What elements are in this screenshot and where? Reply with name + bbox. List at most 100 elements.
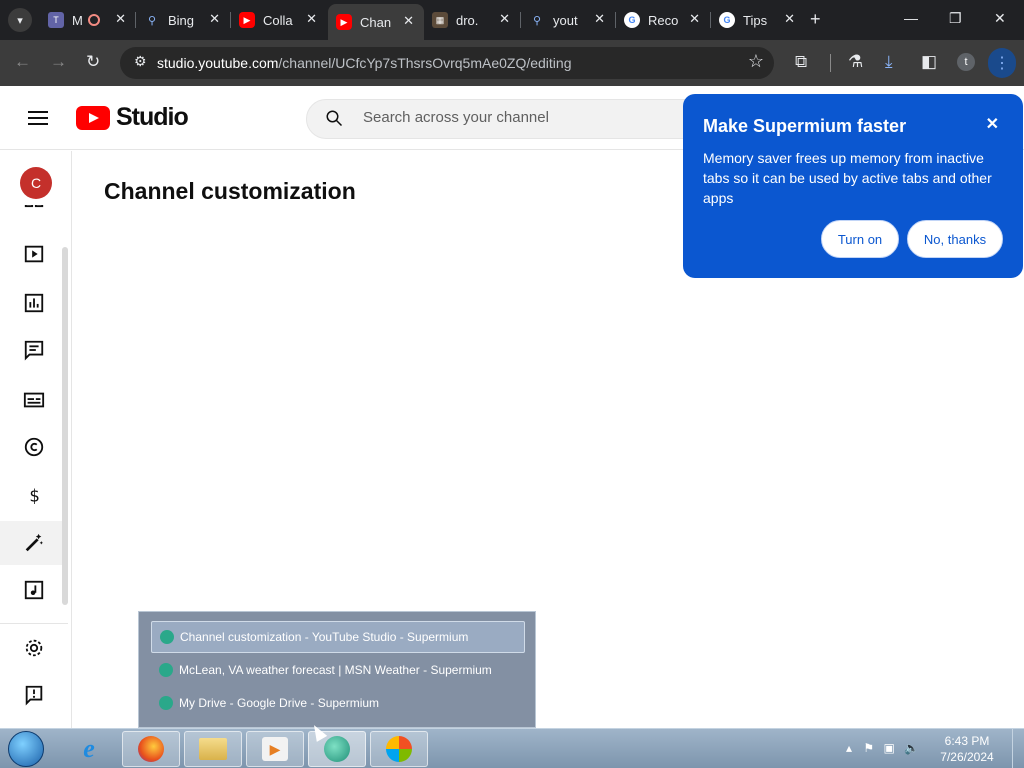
- tab-title: Tips: [743, 12, 768, 28]
- window-list-item[interactable]: McLean, VA weather forecast | MSN Weathe…: [151, 654, 525, 686]
- search-input[interactable]: [363, 109, 683, 126]
- taskbar-firefox[interactable]: [122, 731, 180, 767]
- window-list-label: McLean, VA weather forecast | MSN Weathe…: [179, 663, 492, 677]
- studio-left-nav: C $: [0, 151, 72, 728]
- action-center-flag-icon[interactable]: ⚑: [863, 741, 874, 755]
- close-tab-icon[interactable]: ✕: [784, 11, 795, 27]
- bookmark-star-icon[interactable]: ☆: [748, 51, 764, 72]
- back-arrow-icon[interactable]: ←: [14, 52, 31, 72]
- turn-on-button[interactable]: Turn on: [821, 220, 899, 258]
- media-player-icon: ▶: [262, 737, 288, 761]
- download-icon[interactable]: ⤓: [885, 52, 893, 72]
- close-tab-icon[interactable]: ✕: [403, 13, 414, 29]
- youtube-logo-icon[interactable]: [76, 106, 110, 130]
- search-icon: ⚲: [147, 14, 157, 27]
- window-list-item[interactable]: My Drive - Google Drive - Supermium: [151, 687, 525, 719]
- taskbar-window-list: Channel customization - YouTube Studio -…: [138, 611, 536, 728]
- browser-tab-1[interactable]: T M ✕: [40, 6, 136, 34]
- nav-copyright[interactable]: [0, 425, 68, 469]
- tab-title: Colla: [263, 12, 293, 28]
- nav-audio-library[interactable]: [0, 568, 68, 612]
- nav-earn[interactable]: $: [0, 473, 68, 517]
- close-tab-icon[interactable]: ✕: [594, 11, 605, 27]
- tab-title: dro.: [456, 12, 479, 28]
- close-tab-icon[interactable]: ✕: [689, 11, 700, 27]
- address-bar[interactable]: ⚙ studio.youtube.com/channel/UCfcYp7sThs…: [120, 47, 774, 79]
- url-text: studio.youtube.com/channel/UCfcYp7sThsrs…: [157, 55, 572, 71]
- browser-toolbar: ← → ↻ ⚙ studio.youtube.com/channel/UCfcY…: [0, 40, 1024, 86]
- windows-start-icon[interactable]: [8, 731, 44, 767]
- youtube-icon: ▶: [336, 14, 352, 30]
- taskbar-media-player[interactable]: ▶: [246, 731, 304, 767]
- promo-body: Memory saver frees up memory from inacti…: [703, 150, 992, 206]
- search-icon: ⚲: [532, 14, 542, 27]
- tab-search-button[interactable]: ▾: [8, 8, 32, 32]
- labs-flask-icon[interactable]: ⚗: [848, 52, 863, 72]
- promo-close-icon[interactable]: ✕: [986, 114, 999, 134]
- nav-comments[interactable]: [0, 328, 68, 372]
- nav-send-feedback[interactable]: [0, 673, 68, 717]
- browser-tab-3[interactable]: ▶ Colla ✕: [231, 6, 327, 34]
- tab-title: Chan: [360, 14, 392, 30]
- url-host: studio.youtube.com: [157, 55, 279, 71]
- tab-title: Bing: [168, 12, 195, 28]
- restore-icon[interactable]: ❐: [949, 10, 962, 27]
- youtube-icon: ▶: [239, 12, 255, 28]
- minimize-icon[interactable]: —: [904, 10, 918, 26]
- taskbar-file-explorer[interactable]: [184, 731, 242, 767]
- feedback-icon: [25, 685, 43, 706]
- taskbar-clock[interactable]: 6:43 PM 7/26/2024: [930, 733, 1004, 765]
- reload-icon[interactable]: ↻: [86, 52, 100, 72]
- new-tab-button[interactable]: +: [810, 9, 821, 30]
- google-icon: G: [624, 12, 640, 28]
- browser-tab-8[interactable]: G Tips ✕: [711, 6, 805, 34]
- close-tab-icon[interactable]: ✕: [115, 11, 126, 27]
- nav-divider: [0, 623, 68, 624]
- nav-content[interactable]: [0, 232, 68, 276]
- promo-title: Make Supermium faster: [703, 116, 907, 136]
- close-tab-icon[interactable]: ✕: [209, 11, 220, 27]
- tray-expand-icon[interactable]: ▴: [846, 741, 852, 755]
- image-icon: ▦: [432, 12, 448, 28]
- browser-tab-7[interactable]: G Reco ✕: [616, 6, 710, 34]
- profile-avatar[interactable]: t: [957, 53, 975, 71]
- taskbar-internet-explorer[interactable]: e: [60, 731, 118, 767]
- extensions-icon[interactable]: ⧉: [795, 52, 807, 72]
- browser-tab-2[interactable]: ⚲ Bing ✕: [136, 6, 230, 34]
- browser-tab-6[interactable]: ⚲ yout ✕: [521, 6, 615, 34]
- supermium-icon: [160, 630, 174, 644]
- video-content-icon: [24, 245, 44, 263]
- site-info-icon[interactable]: ⚙: [134, 53, 147, 70]
- show-desktop-button[interactable]: [1012, 729, 1024, 768]
- nav-analytics[interactable]: [0, 281, 68, 325]
- hamburger-menu-icon[interactable]: [28, 111, 48, 125]
- browser-menu-button[interactable]: ⋮: [988, 48, 1016, 78]
- window-list-label: Channel customization - YouTube Studio -…: [180, 630, 469, 644]
- nav-scrollbar[interactable]: [62, 247, 68, 605]
- clock-time: 6:43 PM: [944, 734, 990, 748]
- window-list-item[interactable]: Channel customization - YouTube Studio -…: [151, 621, 525, 653]
- supermium-icon: [159, 663, 173, 677]
- side-panel-icon[interactable]: ◧: [921, 52, 937, 72]
- chevron-down-icon: ▾: [17, 14, 23, 27]
- channel-avatar[interactable]: C: [20, 167, 52, 199]
- nav-subtitles[interactable]: [0, 378, 68, 422]
- volume-icon[interactable]: 🔈: [904, 741, 919, 755]
- page-title: Channel customization: [104, 178, 356, 204]
- firefox-icon: [138, 736, 164, 762]
- taskbar-windows-app[interactable]: [370, 731, 428, 767]
- nav-customization[interactable]: [0, 521, 68, 565]
- browser-tab-4-active[interactable]: ▶ Chan ✕: [328, 4, 424, 40]
- close-tab-icon[interactable]: ✕: [499, 11, 510, 27]
- nav-dashboard[interactable]: [0, 205, 68, 219]
- studio-wordmark: Studio: [116, 103, 189, 131]
- forward-arrow-icon[interactable]: →: [50, 52, 67, 72]
- close-tab-icon[interactable]: ✕: [306, 11, 317, 27]
- network-icon[interactable]: ▣: [883, 741, 894, 755]
- nav-settings[interactable]: [0, 626, 68, 670]
- browser-tab-5[interactable]: ▦ dro. ✕: [424, 6, 520, 34]
- no-thanks-button[interactable]: No, thanks: [907, 220, 1003, 258]
- window-close-icon[interactable]: ✕: [994, 10, 1006, 27]
- dashboard-icon: [24, 205, 44, 208]
- window-list-label: My Drive - Google Drive - Supermium: [179, 696, 380, 710]
